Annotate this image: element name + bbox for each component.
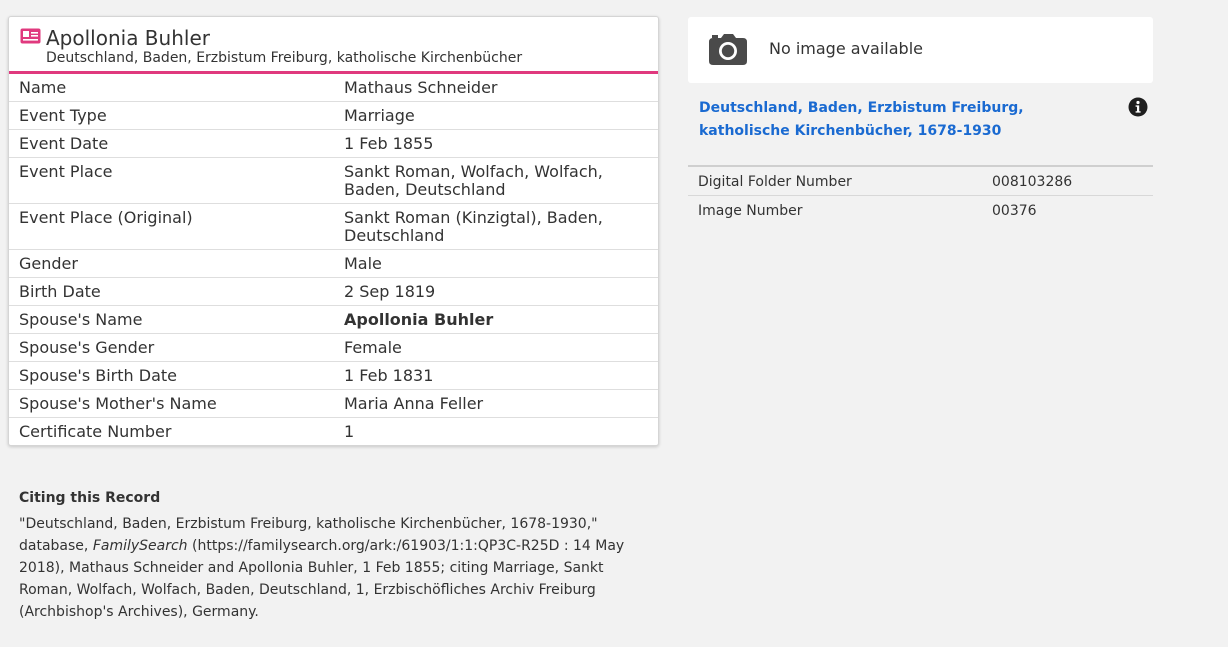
fact-row: Spouse's Birth Date 1 Feb 1831 <box>9 361 658 390</box>
metadata-value: 00376 <box>992 203 1037 219</box>
camera-icon <box>709 34 747 65</box>
fact-value: Male <box>334 249 658 278</box>
collection-title-link[interactable]: Deutschland, Baden, Erzbistum Freiburg, … <box>699 97 1059 143</box>
fact-value: Marriage <box>334 101 658 130</box>
fact-row: Spouse's Gender Female <box>9 333 658 362</box>
fact-row: Spouse's Name Apollonia Buhler <box>9 305 658 334</box>
record-header: Apollonia Buhler Deutschland, Baden, Erz… <box>9 17 658 74</box>
fact-value: Sankt Roman (Kinzigtal), Baden, Deutschl… <box>334 203 658 250</box>
fact-label: Name <box>19 78 67 97</box>
fact-label: Event Place <box>9 157 334 204</box>
fact-row: Event Type Marriage <box>9 101 658 130</box>
info-icon[interactable] <box>1128 97 1148 117</box>
record-facts-table: Name Mathaus Schneider Event Type Marriage E… <box>9 74 658 445</box>
image-placeholder-box: No image available <box>688 17 1153 83</box>
fact-label: Event Type <box>9 101 334 130</box>
fact-label: Spouse's Gender <box>9 333 334 362</box>
fact-value-link[interactable]: Mathaus Schneider <box>334 74 658 102</box>
metadata-row: Digital Folder Number 008103286 <box>688 166 1153 196</box>
fact-label: Gender <box>9 249 334 278</box>
fact-value: Apollonia Buhler <box>334 305 658 334</box>
fact-row: Event Date 1 Feb 1855 <box>9 129 658 158</box>
fact-row: Gender Male <box>9 249 658 278</box>
fact-value: Female <box>334 333 658 362</box>
fact-label: Birth Date <box>9 277 334 306</box>
fact-label: Event Date <box>9 129 334 158</box>
fact-value: 1 <box>334 417 658 445</box>
fact-value: 1 Feb 1831 <box>334 361 658 390</box>
record-title: Apollonia Buhler <box>46 26 210 50</box>
metadata-row: Image Number 00376 <box>688 196 1153 225</box>
fact-value-link[interactable]: Maria Anna Feller <box>334 389 658 418</box>
metadata-value: 008103286 <box>982 166 1153 196</box>
fact-value: Sankt Roman, Wolfach, Wolfach, Baden, De… <box>334 157 658 204</box>
fact-row: Birth Date 2 Sep 1819 <box>9 277 658 306</box>
fact-row: Name Mathaus Schneider <box>9 74 658 102</box>
image-metadata-table: Digital Folder Number 008103286 Image Numb… <box>688 165 1153 224</box>
metadata-label: Digital Folder Number <box>688 166 982 196</box>
fact-label: Spouse's Mother's Name <box>9 389 334 418</box>
no-image-text: No image available <box>769 39 923 58</box>
fact-row: Event Place Sankt Roman, Wolfach, Wolfach… <box>9 157 658 204</box>
metadata-label: Image Number <box>698 203 803 219</box>
record-card-icon <box>20 28 41 44</box>
fact-label: Spouse's Name <box>9 305 334 334</box>
fact-label: Event Place (Original) <box>9 203 334 250</box>
citation-source-name: FamilySearch <box>92 538 188 554</box>
fact-label: Certificate Number <box>9 417 334 445</box>
fact-row: Certificate Number 1 <box>9 417 658 445</box>
fact-row: Event Place (Original) Sankt Roman (Kinzi… <box>9 203 658 250</box>
citation-section: Citing this Record "Deutschland, Baden, … <box>19 490 659 623</box>
fact-row: Spouse's Mother's Name Maria Anna Feller <box>9 389 658 418</box>
record-card: Apollonia Buhler Deutschland, Baden, Erz… <box>8 16 659 446</box>
fact-value: 2 Sep 1819 <box>334 277 658 306</box>
citation-text: "Deutschland, Baden, Erzbistum Freiburg,… <box>19 513 659 623</box>
citation-heading: Citing this Record <box>19 490 161 506</box>
fact-label: Spouse's Birth Date <box>9 361 334 390</box>
fact-value: 1 Feb 1855 <box>334 129 658 158</box>
record-collection-subtitle: Deutschland, Baden, Erzbistum Freiburg, … <box>46 50 523 66</box>
